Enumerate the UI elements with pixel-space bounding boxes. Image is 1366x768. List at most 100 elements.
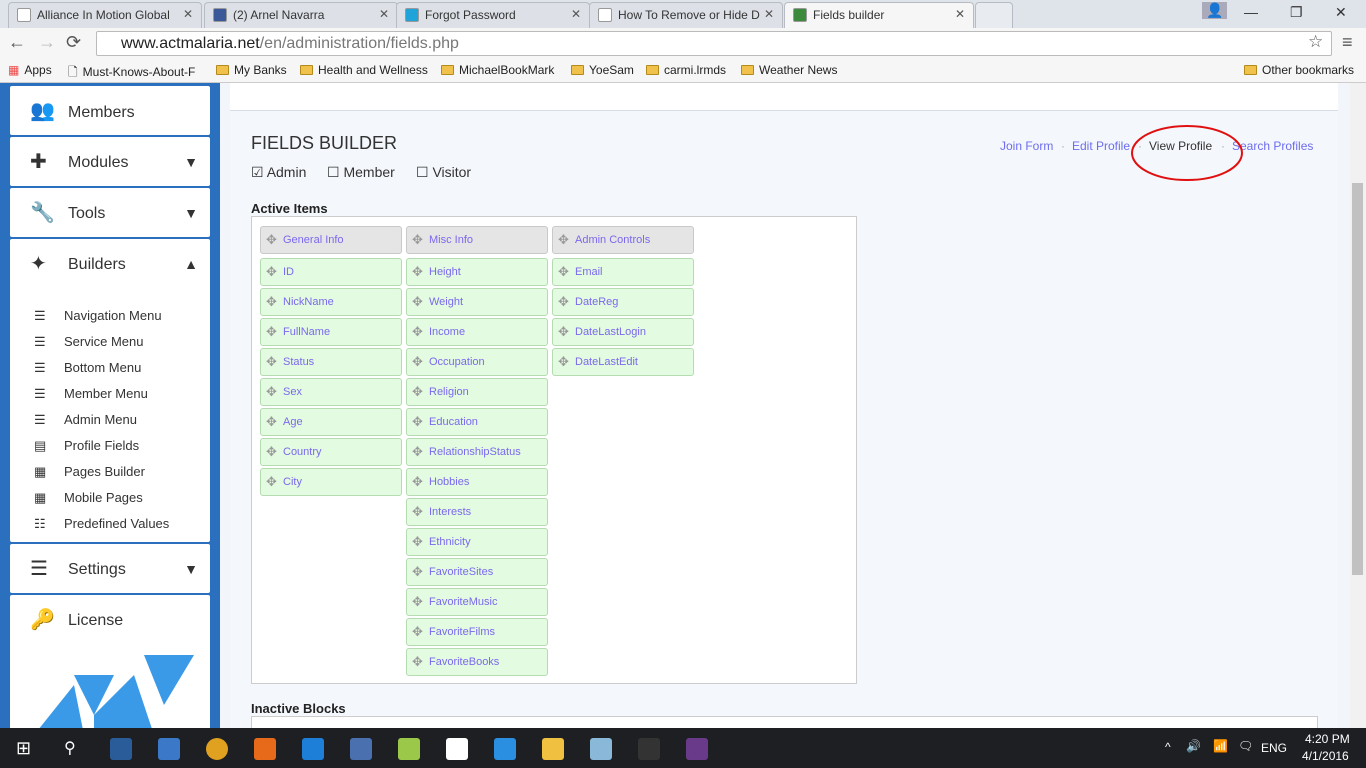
sidebar-item-license[interactable]: 🔑 License	[10, 595, 210, 735]
field-item[interactable]: ✥ FavoriteMusic	[406, 588, 548, 616]
block-header[interactable]: ✥ Admin Controls	[552, 226, 694, 254]
app-icon[interactable]	[110, 738, 132, 760]
close-window-button[interactable]: ✕	[1335, 4, 1347, 21]
language-indicator[interactable]: ENG	[1261, 741, 1287, 755]
thunderbird-icon[interactable]	[158, 738, 180, 760]
block-header[interactable]: ✥ General Info	[260, 226, 402, 254]
file-explorer-icon[interactable]	[542, 738, 564, 760]
maximize-button[interactable]: ❐	[1290, 4, 1303, 21]
field-item[interactable]: ✥ DateLastEdit	[552, 348, 694, 376]
search-icon[interactable]: ⚲	[64, 738, 76, 758]
field-item[interactable]: ✥ DateReg	[552, 288, 694, 316]
minimize-button[interactable]: —	[1244, 4, 1258, 20]
bookmark-item[interactable]: carmi.lrmds	[646, 63, 726, 77]
app-icon[interactable]	[590, 738, 612, 760]
role-checkbox-visitor[interactable]: ☐ Visitor	[416, 164, 471, 181]
field-item[interactable]: ✥ FavoriteBooks	[406, 648, 548, 676]
firefox-icon[interactable]	[254, 738, 276, 760]
builders-submenu-item[interactable]: ☷ Predefined Values	[34, 516, 169, 532]
close-tab-icon[interactable]: ✕	[379, 7, 389, 21]
app-icon[interactable]	[350, 738, 372, 760]
builders-submenu-item[interactable]: ☰ Navigation Menu	[34, 308, 162, 324]
field-item[interactable]: ✥ Sex	[260, 378, 402, 406]
app-icon[interactable]	[686, 738, 708, 760]
terminal-icon[interactable]	[638, 738, 660, 760]
field-item[interactable]: ✥ NickName	[260, 288, 402, 316]
field-item[interactable]: ✥ City	[260, 468, 402, 496]
new-tab-button[interactable]	[975, 2, 1013, 28]
volume-icon[interactable]: 🔊	[1186, 739, 1201, 753]
sidebar-item-tools[interactable]: 🔧 Tools ▼	[10, 188, 210, 237]
field-item[interactable]: ✥ Income	[406, 318, 548, 346]
tab-3[interactable]: How To Remove or Hide D ✕	[589, 2, 783, 28]
field-item[interactable]: ✥ Ethnicity	[406, 528, 548, 556]
builders-submenu-item[interactable]: ▦ Mobile Pages	[34, 490, 143, 506]
sidebar-item-modules[interactable]: ✚ Modules ▼	[10, 137, 210, 186]
field-item[interactable]: ✥ FullName	[260, 318, 402, 346]
builders-submenu-item[interactable]: ☰ Admin Menu	[34, 412, 137, 428]
field-item[interactable]: ✥ Status	[260, 348, 402, 376]
close-tab-icon[interactable]: ✕	[764, 7, 774, 21]
close-tab-icon[interactable]: ✕	[183, 7, 193, 21]
field-item[interactable]: ✥ Age	[260, 408, 402, 436]
forward-icon[interactable]: →	[38, 32, 56, 53]
field-item[interactable]: ✥ DateLastLogin	[552, 318, 694, 346]
field-item[interactable]: ✥ FavoriteFilms	[406, 618, 548, 646]
chrome-icon[interactable]	[206, 738, 228, 760]
wifi-icon[interactable]: 📶	[1213, 739, 1228, 753]
bookmark-item[interactable]: My Banks	[216, 63, 287, 77]
clock-time[interactable]: 4:20 PM	[1305, 732, 1350, 746]
scrollbar-thumb[interactable]	[1352, 183, 1363, 575]
block-header[interactable]: ✥ Misc Info	[406, 226, 548, 254]
sidebar-item-settings[interactable]: ☰ Settings ▼	[10, 544, 210, 593]
field-item[interactable]: ✥ FavoriteSites	[406, 558, 548, 586]
field-item[interactable]: ✥ Religion	[406, 378, 548, 406]
role-checkbox-member[interactable]: ☐ Member	[327, 164, 395, 181]
app-icon[interactable]	[494, 738, 516, 760]
back-icon[interactable]: ←	[8, 32, 26, 53]
tray-chevron-icon[interactable]: ^	[1165, 740, 1171, 754]
bookmark-item[interactable]: YoeSam	[571, 63, 634, 77]
windows-start-icon[interactable]: ⊞	[16, 738, 31, 759]
app-icon[interactable]	[398, 738, 420, 760]
role-checkbox-admin[interactable]: ☑ Admin	[251, 164, 306, 181]
link-edit-profile[interactable]: Edit Profile	[1072, 139, 1130, 153]
close-tab-icon[interactable]: ✕	[571, 7, 581, 21]
calculator-icon[interactable]	[446, 738, 468, 760]
notifications-icon[interactable]: 🗨	[1238, 739, 1253, 753]
field-item[interactable]: ✥ Interests	[406, 498, 548, 526]
field-item[interactable]: ✥ Hobbies	[406, 468, 548, 496]
builders-submenu-item[interactable]: ▤ Profile Fields	[34, 438, 139, 454]
reload-icon[interactable]: ⟳	[66, 32, 81, 53]
bookmark-item[interactable]: ▦ Apps	[8, 63, 52, 77]
builders-submenu-item[interactable]: ▦ Pages Builder	[34, 464, 145, 480]
star-icon[interactable]: ☆	[1308, 32, 1323, 52]
close-tab-icon[interactable]: ✕	[955, 7, 965, 21]
field-item[interactable]: ✥ RelationshipStatus	[406, 438, 548, 466]
tab-2[interactable]: Forgot Password ✕	[396, 2, 590, 28]
address-bar[interactable]: www.actmalaria.net/en/administration/fie…	[96, 31, 1332, 56]
user-icon[interactable]: 👤	[1202, 2, 1228, 19]
other-bookmarks[interactable]: Other bookmarks	[1244, 63, 1354, 77]
bookmark-item[interactable]: Weather News	[741, 63, 837, 77]
sidebar-item-members[interactable]: 👥 Members	[10, 86, 210, 135]
field-item[interactable]: ✥ Weight	[406, 288, 548, 316]
field-item[interactable]: ✥ Email	[552, 258, 694, 286]
bookmark-item[interactable]: 🗋 Must-Knows-About-F	[68, 63, 195, 84]
builders-submenu-item[interactable]: ☰ Service Menu	[34, 334, 143, 350]
field-item[interactable]: ✥ ID	[260, 258, 402, 286]
clock-date[interactable]: 4/1/2016	[1302, 749, 1349, 763]
field-item[interactable]: ✥ Height	[406, 258, 548, 286]
tab-0[interactable]: Alliance In Motion Global ✕	[8, 2, 202, 28]
bookmark-item[interactable]: Health and Wellness	[300, 63, 428, 77]
sidebar-item-builders[interactable]: ✦ Builders ▲ ☰ Navigation Menu ☰ Service Menu…	[10, 239, 210, 542]
menu-icon[interactable]: ≡	[1342, 32, 1353, 53]
edge-icon[interactable]	[302, 738, 324, 760]
tab-1[interactable]: (2) Arnel Navarra ✕	[204, 2, 398, 28]
field-item[interactable]: ✥ Education	[406, 408, 548, 436]
link-join-form[interactable]: Join Form	[1000, 139, 1053, 153]
bookmark-item[interactable]: MichaelBookMark	[441, 63, 554, 77]
builders-submenu-item[interactable]: ☰ Bottom Menu	[34, 360, 141, 376]
tab-4[interactable]: Fields builder ✕	[784, 2, 974, 28]
field-item[interactable]: ✥ Occupation	[406, 348, 548, 376]
